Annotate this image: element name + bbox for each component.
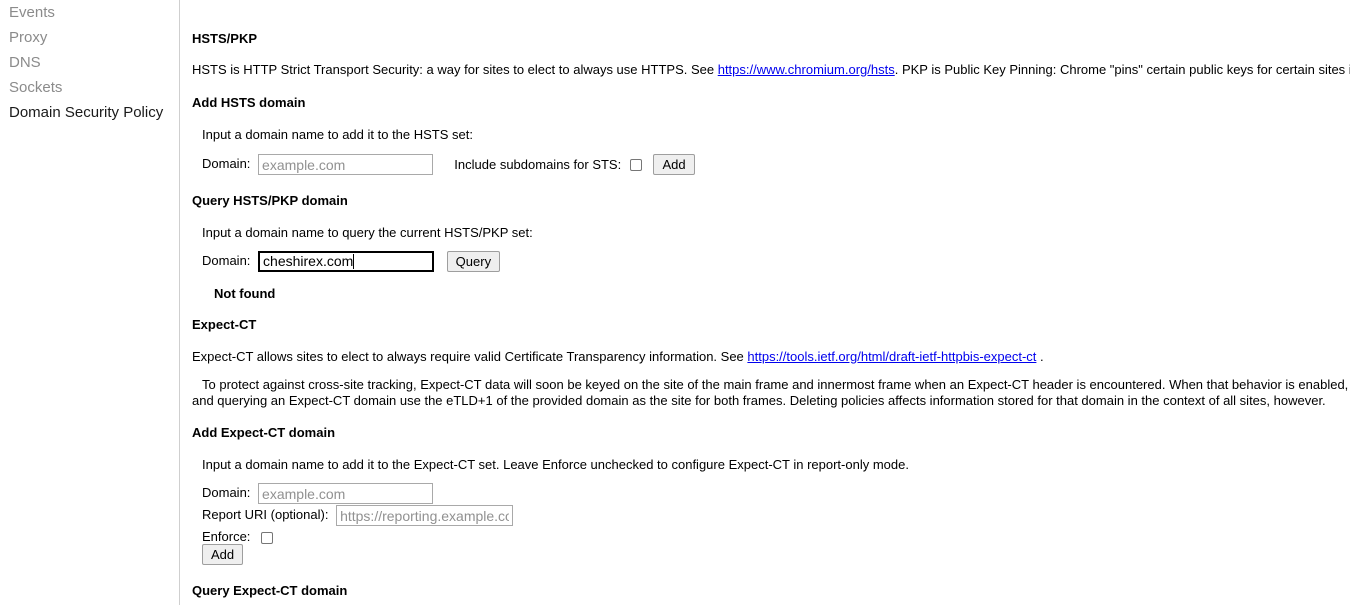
add-hsts-domain-input[interactable] (258, 154, 434, 175)
add-expect-ct-button-row: Add (202, 544, 244, 565)
add-hsts-button[interactable]: Add (653, 154, 695, 175)
add-expect-ct-domain-input[interactable] (258, 483, 434, 504)
expect-ct-section-title: Expect-CT (192, 317, 257, 332)
add-expect-ct-report-uri-row: Report URI (optional): (202, 505, 514, 526)
add-hsts-domain-label: Domain: (202, 155, 251, 171)
sidebar-item-events[interactable]: Events (0, 0, 179, 25)
query-hsts-button[interactable]: Query (446, 251, 501, 272)
sidebar-item-domain-security-policy[interactable]: Domain Security Policy (0, 100, 179, 125)
sidebar: Events Proxy DNS Sockets Domain Security… (0, 0, 180, 605)
chromium-hsts-link[interactable]: https://www.chromium.org/hsts (718, 62, 895, 77)
hsts-description: HSTS is HTTP Strict Transport Security: … (192, 62, 1350, 78)
net-internals-page: Events Proxy DNS Sockets Domain Security… (0, 0, 1350, 605)
enforce-checkbox[interactable] (261, 531, 274, 544)
report-uri-input[interactable] (336, 505, 514, 526)
add-hsts-domain-heading: Add HSTS domain (192, 95, 306, 110)
add-expect-ct-instruction: Input a domain name to add it to the Exp… (202, 457, 909, 472)
query-hsts-domain-label: Domain: (202, 252, 251, 268)
add-hsts-instruction: Input a domain name to add it to the HST… (202, 127, 473, 142)
expect-ct-description-text-1: Expect-CT allows sites to elect to alway… (192, 349, 748, 364)
sidebar-item-label: DNS (9, 54, 41, 71)
query-expect-ct-heading: Query Expect-CT domain (192, 583, 348, 598)
sidebar-item-label: Proxy (9, 29, 48, 46)
query-hsts-domain-value: cheshirex.com (263, 253, 354, 269)
expect-ct-description: Expect-CT allows sites to elect to alway… (192, 349, 1350, 365)
expect-ct-notice-line-1: To protect against cross-site tracking, … (202, 377, 1350, 392)
text-cursor (353, 254, 355, 269)
add-expect-ct-button[interactable]: Add (202, 544, 244, 565)
sidebar-item-sockets[interactable]: Sockets (0, 75, 179, 100)
expect-ct-notice-line-2: and querying an Expect-CT domain use the… (192, 393, 1326, 408)
sidebar-item-label: Events (9, 4, 55, 21)
enforce-row: Enforce: (202, 529, 274, 544)
add-expect-ct-heading: Add Expect-CT domain (192, 425, 336, 440)
expect-ct-description-text-2: . (1036, 349, 1044, 364)
main-content: HSTS/PKP HSTS is HTTP Strict Transport S… (180, 0, 1350, 605)
add-expect-ct-domain-label: Domain: (202, 484, 251, 500)
hsts-description-text-2: . PKP is Public Key Pinning: Chrome "pin… (894, 62, 1350, 77)
include-subdomains-checkbox[interactable] (629, 158, 642, 171)
sidebar-item-label: Sockets (9, 79, 63, 96)
query-hsts-form-row: Domain: cheshirex.com Query (202, 251, 501, 272)
enforce-label: Enforce: (202, 529, 251, 544)
query-hsts-result: Not found (214, 286, 276, 301)
sidebar-item-label: Domain Security Policy (9, 104, 164, 121)
expect-ct-draft-link[interactable]: https://tools.ietf.org/html/draft-ietf-h… (747, 349, 1036, 364)
include-subdomains-label: Include subdomains for STS: (454, 157, 622, 172)
query-hsts-domain-input[interactable]: cheshirex.com (258, 251, 435, 272)
report-uri-label: Report URI (optional): (202, 506, 329, 522)
add-hsts-form-row: Domain: Include subdomains for STS: Add (202, 154, 695, 175)
sidebar-item-proxy[interactable]: Proxy (0, 25, 179, 50)
query-hsts-instruction: Input a domain name to query the current… (202, 225, 533, 240)
add-expect-ct-domain-row: Domain: (202, 483, 434, 504)
sidebar-item-dns[interactable]: DNS (0, 50, 179, 75)
query-hsts-heading: Query HSTS/PKP domain (192, 193, 348, 208)
hsts-description-text-1: HSTS is HTTP Strict Transport Security: … (192, 62, 718, 77)
hsts-section-title: HSTS/PKP (192, 31, 258, 46)
